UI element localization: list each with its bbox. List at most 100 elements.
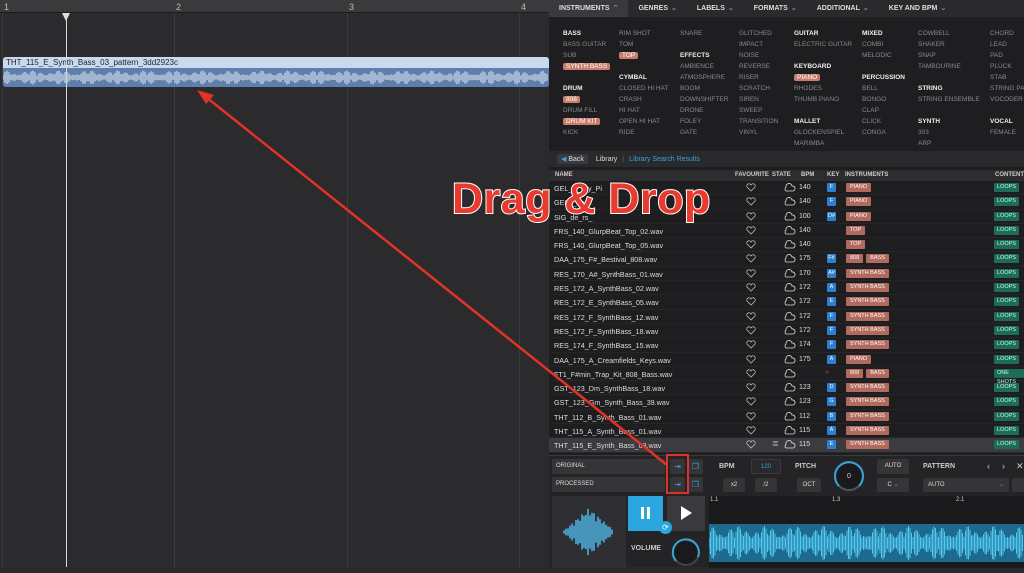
category-heading[interactable]: KEYBOARD (794, 61, 852, 72)
category-item[interactable]: FEMALE (990, 127, 1024, 138)
category-item[interactable]: IMPACT (739, 39, 778, 50)
heart-icon[interactable] (746, 440, 756, 449)
category-item[interactable]: SWEEP (739, 105, 778, 116)
bpm-half-button[interactable]: /2 (755, 478, 777, 492)
category-item[interactable]: CONGA (862, 127, 905, 138)
category-item[interactable]: SHAKER (918, 39, 980, 50)
octave-button[interactable]: OCT (797, 478, 821, 492)
category-item[interactable]: AMBIENCE (680, 61, 728, 72)
category-item[interactable]: SYNTH BASS (563, 61, 611, 72)
category-item[interactable]: ELECTRIC GUITAR (794, 39, 852, 50)
processed-button[interactable]: PROCESSED (552, 477, 665, 492)
instrument-tag[interactable]: SYNTH BASS (846, 268, 889, 278)
content-tag[interactable]: LOOPS (994, 268, 1019, 278)
heart-icon[interactable] (746, 383, 756, 392)
cloud-icon[interactable] (783, 368, 796, 379)
instrument-tag[interactable]: 808 (846, 254, 864, 264)
category-heading[interactable]: STRING (918, 83, 980, 94)
category-item[interactable]: PIANO (794, 72, 852, 83)
cloud-icon[interactable] (783, 354, 796, 365)
instrument-tag[interactable]: SYNTH BASS (846, 311, 889, 321)
breadcrumb-results[interactable]: Library Search Results (629, 156, 700, 163)
category-item[interactable]: GLITCHED (739, 28, 778, 39)
table-row[interactable]: THT_112_B_Synth_Bass_01.wav 112 B SYNTH BAS… (549, 410, 1024, 425)
category-item[interactable]: DRUM KIT (563, 116, 610, 127)
shuffle-icon[interactable]: ✕ (1016, 461, 1024, 472)
bpm-double-button[interactable]: x2 (723, 478, 745, 492)
category-item[interactable]: DRONE (680, 105, 728, 116)
table-row[interactable]: THT_115_A_Synth_Bass_01.wav 115 A SYNTH BAS… (549, 424, 1024, 439)
cloud-icon[interactable] (783, 197, 796, 207)
copy-processed-icon[interactable]: ❐ (688, 477, 703, 492)
tab-key-and-bpm[interactable]: KEY AND BPM ⌄ (879, 0, 957, 17)
category-item[interactable]: CRASH (619, 94, 668, 105)
content-tag[interactable]: LOOPS (994, 426, 1019, 436)
category-item[interactable]: THUMB PIANO (794, 94, 852, 105)
category-heading[interactable]: BASS (563, 28, 610, 39)
heart-icon[interactable] (746, 426, 756, 435)
col-header-favourite[interactable]: FAVOURITE (735, 172, 769, 178)
category-item[interactable]: CHORD (990, 28, 1024, 39)
category-item[interactable]: STRING ENSEMBLE (918, 94, 980, 105)
category-item[interactable]: RISER (739, 72, 778, 83)
table-row[interactable]: DAA_175_F#_Bestival_808.wav 175 F# 808 BASS L… (549, 252, 1024, 267)
category-item[interactable]: BELL (862, 83, 905, 94)
content-tag[interactable]: LOOPS (994, 211, 1019, 221)
prev-pattern-icon[interactable]: ‹ (987, 461, 990, 471)
category-item[interactable]: COMBI (862, 39, 905, 50)
cloud-icon[interactable] (783, 311, 796, 322)
category-heading[interactable]: DRUM (563, 83, 610, 94)
instrument-tag[interactable]: SYNTH BASS (846, 426, 889, 436)
content-tag[interactable]: LOOPS (994, 240, 1019, 250)
category-item[interactable]: STRING PAD (990, 83, 1024, 94)
back-button[interactable]: ◀ Back (557, 154, 588, 164)
category-item[interactable]: BONGO (862, 94, 905, 105)
category-item[interactable]: MELODIC (862, 50, 905, 61)
waveform-display[interactable]: 1.1 1.3 2.1 (709, 496, 1024, 568)
cloud-icon[interactable] (783, 426, 796, 436)
category-heading[interactable]: MALLET (794, 116, 852, 127)
copy-original-icon[interactable]: ❐ (688, 459, 703, 474)
col-header-bpm[interactable]: BPM (801, 172, 814, 178)
cloud-icon[interactable] (783, 297, 796, 307)
heart-icon[interactable] (746, 197, 756, 206)
category-item[interactable]: DRUM FILL (563, 105, 610, 116)
category-item[interactable]: CLICK (862, 116, 905, 127)
instrument-tag[interactable]: PIANO (846, 211, 872, 221)
cloud-icon[interactable] (783, 283, 796, 293)
cloud-icon[interactable] (783, 211, 796, 222)
category-item[interactable]: GLOCKENSPIEL (794, 127, 852, 138)
category-item[interactable]: RIM SHOT (619, 28, 668, 39)
heart-icon[interactable] (746, 326, 756, 335)
category-item[interactable]: CLAP (862, 105, 905, 116)
content-tag[interactable]: LOOPS (994, 254, 1019, 264)
tab-instruments[interactable]: INSTRUMENTS ⌃ (549, 0, 629, 17)
category-heading[interactable]: SYNTH (918, 116, 980, 127)
category-item[interactable]: RHODES (794, 83, 852, 94)
heart-icon[interactable] (746, 397, 756, 407)
instrument-tag[interactable]: SYNTH BASS (846, 397, 889, 407)
bpm-input[interactable]: 120 (751, 459, 781, 474)
breadcrumb-library[interactable]: Library (596, 156, 617, 163)
category-item[interactable]: PAD (990, 50, 1024, 61)
heart-icon[interactable] (746, 312, 756, 321)
category-item[interactable]: GATE (680, 127, 728, 138)
instrument-tag[interactable]: SYNTH BASS (846, 283, 889, 293)
category-item[interactable]: OPEN HI HAT (619, 116, 668, 127)
category-item[interactable]: SUB (563, 50, 610, 61)
table-row[interactable]: THT_115_E_Synth_Bass_03.wav ≣ 115 E SYNTH BA… (549, 438, 1024, 453)
category-item[interactable]: DOWNSHIFTER (680, 94, 728, 105)
table-row[interactable]: FT1_F#min_Trap_Kit_808_Bass.wav » 808 BASS O… (549, 367, 1024, 385)
content-tag[interactable]: LOOPS (994, 183, 1019, 192)
heart-icon[interactable] (746, 269, 756, 278)
cloud-icon[interactable] (783, 397, 796, 407)
original-button[interactable]: ORIGINAL (552, 459, 665, 474)
heart-icon[interactable] (746, 240, 756, 249)
content-tag[interactable]: LOOPS (994, 225, 1019, 235)
heart-icon[interactable] (746, 412, 756, 421)
category-item[interactable]: VOCODER (990, 94, 1024, 105)
playhead-handle[interactable] (62, 13, 70, 21)
pause-button[interactable] (628, 496, 663, 531)
cloud-icon[interactable] (783, 240, 796, 250)
tab-additional[interactable]: ADDITIONAL ⌄ (807, 0, 879, 17)
